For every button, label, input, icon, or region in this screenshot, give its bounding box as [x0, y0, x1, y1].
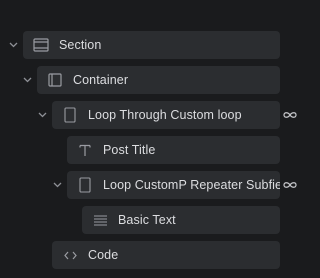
tree-row-code: Code	[0, 241, 297, 269]
tree-item-label: Post Title	[103, 143, 156, 157]
chevron-down-icon[interactable]	[50, 171, 64, 199]
structure-tree: Section Container Loop Through Custom lo…	[0, 0, 297, 278]
tree-item-container[interactable]: Container	[37, 66, 280, 94]
tree-row-post-title: Post Title	[0, 136, 297, 164]
tree-item-code[interactable]: Code	[52, 241, 280, 269]
container-icon	[47, 72, 63, 88]
tree-item-loop-repeater[interactable]: Loop CustomP Repeater Subfiel	[67, 171, 280, 199]
loop-item-icon	[62, 107, 78, 123]
chevron-down-icon[interactable]	[6, 31, 20, 59]
infinity-icon[interactable]	[283, 101, 297, 129]
tree-item-basic-text[interactable]: Basic Text	[82, 206, 280, 234]
tree-row-section: Section	[0, 31, 297, 59]
loop-item-icon	[77, 177, 93, 193]
chevron-down-icon[interactable]	[20, 66, 34, 94]
text-lines-icon	[92, 212, 108, 228]
tree-row-container: Container	[0, 66, 297, 94]
tree-item-loop-custom[interactable]: Loop Through Custom loop	[52, 101, 280, 129]
tree-item-label: Basic Text	[118, 213, 176, 227]
code-icon	[62, 247, 78, 263]
infinity-icon[interactable]	[283, 171, 297, 199]
chevron-down-icon[interactable]	[35, 101, 49, 129]
tree-item-section[interactable]: Section	[23, 31, 280, 59]
text-icon	[77, 142, 93, 158]
tree-item-post-title[interactable]: Post Title	[67, 136, 280, 164]
tree-item-label: Container	[73, 73, 129, 87]
tree-item-label: Loop Through Custom loop	[88, 108, 242, 122]
tree-item-label: Code	[88, 248, 119, 262]
section-icon	[33, 37, 49, 53]
tree-item-label: Section	[59, 38, 102, 52]
tree-row-loop-repeater: Loop CustomP Repeater Subfiel	[0, 171, 297, 199]
tree-item-label: Loop CustomP Repeater Subfiel	[103, 178, 280, 192]
tree-row-basic-text: Basic Text	[0, 206, 297, 234]
tree-row-loop-custom: Loop Through Custom loop	[0, 101, 297, 129]
